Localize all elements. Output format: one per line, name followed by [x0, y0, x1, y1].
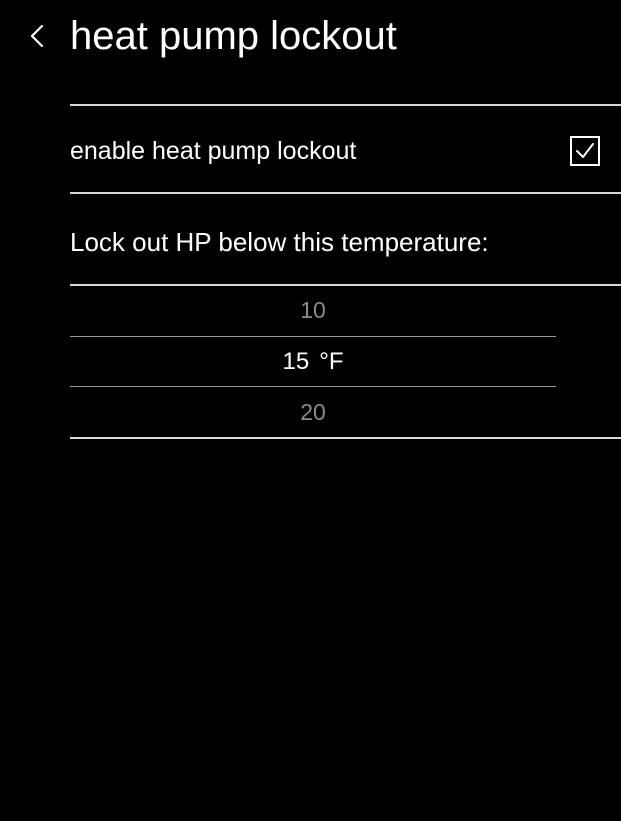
- divider: [70, 437, 621, 439]
- chevron-left-icon: [26, 22, 50, 50]
- temperature-unit: °F: [319, 348, 344, 375]
- picker-option-value: 20: [300, 399, 326, 425]
- header: heat pump lockout: [0, 0, 621, 80]
- temperature-picker[interactable]: 10 15 °F 20: [70, 285, 621, 437]
- enable-lockout-checkbox[interactable]: [570, 136, 600, 166]
- enable-lockout-row[interactable]: enable heat pump lockout: [70, 106, 621, 192]
- page-title: heat pump lockout: [70, 14, 397, 58]
- temperature-label: Lock out HP below this temperature:: [70, 227, 489, 257]
- picker-option-selected[interactable]: 15 °F: [70, 337, 556, 387]
- picker-option-value: 10: [300, 297, 326, 323]
- picker-option[interactable]: 10: [70, 285, 556, 335]
- enable-lockout-label: enable heat pump lockout: [70, 137, 357, 165]
- picker-option[interactable]: 20: [70, 387, 556, 437]
- divider: [70, 192, 621, 194]
- back-button[interactable]: [26, 22, 50, 50]
- selected-temperature-value: 15: [282, 348, 310, 375]
